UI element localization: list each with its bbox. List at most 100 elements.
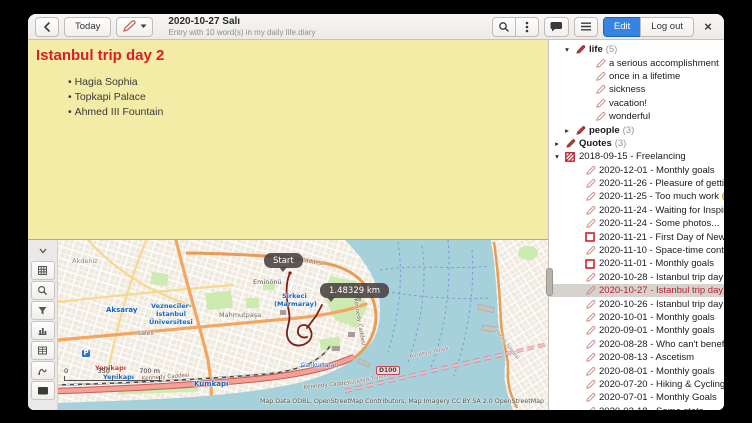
row-label: 2020-08-28 - Who can't benefit from ...	[599, 339, 724, 350]
tag-row[interactable]: ▸people(3)	[549, 123, 724, 136]
entry-row[interactable]: 2020-07-20 - Hiking & Cycling	[549, 378, 724, 391]
entry-row[interactable]: 2020-10-01 - Monthly goals	[549, 311, 724, 324]
row-label: vacation!	[609, 98, 647, 109]
entry-row[interactable]: 2020-10-26 - Istanbul trip day 1	[549, 297, 724, 310]
search-icon	[498, 21, 510, 33]
map-view-icon	[37, 385, 49, 396]
splitter-grip-handle[interactable]	[546, 268, 553, 296]
comments-button[interactable]	[544, 17, 569, 37]
pencil-icon	[584, 299, 596, 310]
chat-bubble-icon	[550, 21, 563, 32]
pencil-icon	[594, 71, 606, 82]
map-tool-bar-chart[interactable]	[31, 321, 55, 340]
map-tool-filter-funnel[interactable]	[31, 301, 55, 320]
row-label: 2020-11-25 - Too much work	[599, 191, 719, 202]
row-label: a serious accomplishment	[609, 58, 719, 69]
more-options-button[interactable]	[515, 17, 539, 37]
row-label: 2020-07-20 - Hiking & Cycling	[599, 379, 724, 390]
scale-tick: 350	[97, 367, 109, 375]
tag-count: (5)	[606, 44, 618, 55]
pencil-icon	[584, 392, 596, 403]
entry-row[interactable]: 2020-12-01 - Monthly goals	[549, 164, 724, 177]
sidebar-tree: ▾ life(5) a serious accomplishmentonce in …	[549, 43, 724, 410]
subtag-row[interactable]: vacation!	[549, 97, 724, 110]
pencil-icon	[584, 406, 596, 410]
pane-splitter[interactable]	[548, 40, 549, 410]
row-label: 2020-08-01 - Monthly goals	[599, 366, 715, 377]
map-tool-map-view[interactable]	[31, 381, 55, 400]
entry-row[interactable]: 2020-11-24 - Some photos...	[549, 217, 724, 230]
entry-row[interactable]: 2020-11-25 - Too much work	[549, 190, 724, 203]
entry-row[interactable]: 2020-11-01 - Monthly goals	[549, 257, 724, 270]
row-label: 2020-12-01 - Monthly goals	[599, 165, 715, 176]
pencil-icon	[584, 272, 596, 283]
edit-button[interactable]: Edit	[603, 17, 641, 37]
pencil-icon	[594, 98, 606, 109]
close-window-button[interactable]: ×	[699, 18, 717, 36]
expander-icon[interactable]: ▸	[553, 139, 561, 148]
map-label: Eminönü	[253, 279, 282, 286]
row-label: life	[589, 44, 603, 55]
entry-row[interactable]: 2020-11-21 - First Day of New Covid R...	[549, 230, 724, 243]
box-icon	[584, 259, 596, 269]
entry-row[interactable]: 2020-08-28 - Who can't benefit from ...	[549, 338, 724, 351]
back-chevron-icon	[43, 22, 51, 32]
pencil-icon	[584, 245, 596, 256]
entry-row[interactable]: 2020-08-01 - Monthly goals	[549, 364, 724, 377]
entry-row[interactable]: 2020-07-01 - Monthly Goals	[549, 391, 724, 404]
entry-row[interactable]: 2020-11-24 - Waiting for Inspiration...	[549, 204, 724, 217]
scale-tick: 0	[64, 367, 68, 375]
chevron-down-icon	[140, 24, 147, 29]
entry-row[interactable]: 2020-09-01 - Monthly goals	[549, 324, 724, 337]
entry-row[interactable]: 2020-03-18 - Some stats	[549, 405, 724, 410]
entry-row[interactable]: 2020-10-27 - Istanbul trip day 2	[549, 284, 724, 297]
today-button[interactable]: Today	[64, 17, 111, 37]
expander-icon[interactable]: ▾	[563, 45, 571, 54]
map-view[interactable]: Start 1.48329 km 0 350 700 m Map Data OD…	[58, 240, 548, 410]
bullet-item: Hagia Sophia	[68, 75, 540, 90]
subtag-row[interactable]: sickness	[549, 83, 724, 96]
map-label: Kumkapı	[194, 381, 228, 388]
row-label: sickness	[609, 84, 645, 95]
tag-row[interactable]: ▸Quotes(3)	[549, 137, 724, 150]
entry-row[interactable]: 2020-08-13 - Ascetism	[549, 351, 724, 364]
map-tool-calendar-grid[interactable]	[31, 261, 55, 280]
row-label: people	[589, 125, 620, 136]
row-label: 2020-11-21 - First Day of New Covid R...	[599, 232, 724, 243]
entry-row[interactable]: 2020-10-28 - Istanbul trip day 3	[549, 271, 724, 284]
row-label: 2020-10-28 - Istanbul trip day 3	[599, 272, 724, 283]
pencil-icon	[584, 325, 596, 336]
expander-icon[interactable]: ▸	[563, 126, 571, 135]
map-tool-table-grid[interactable]	[31, 341, 55, 360]
subtag-row[interactable]: wonderful	[549, 110, 724, 123]
pencil-icon	[594, 84, 606, 95]
scale-tick: 700 m	[139, 367, 160, 375]
map-tool-zoom-search[interactable]	[31, 281, 55, 300]
entry-editor[interactable]: Istanbul trip day 2 Hagia Sophia Topkapi…	[28, 40, 548, 240]
expander-icon[interactable]: ▾	[553, 152, 561, 161]
pencil-icon	[594, 111, 606, 122]
back-button[interactable]	[35, 17, 59, 37]
tag-row[interactable]: ▾ life(5)	[549, 43, 724, 56]
calendar-grid-icon	[37, 265, 48, 276]
row-label: 2020-11-26 - Pleasure of getting exac...	[599, 178, 724, 189]
pencil-icon	[584, 205, 596, 216]
subtag-row[interactable]: a serious accomplishment	[549, 56, 724, 69]
entry-row[interactable]: 2020-11-26 - Pleasure of getting exac...	[549, 177, 724, 190]
entry-row[interactable]: 2020-11-10 - Space-time continuum	[549, 244, 724, 257]
map-label: İstanbul	[156, 311, 186, 318]
pencil-icon	[584, 285, 596, 296]
map-tool-collapse-chevron[interactable]	[31, 241, 55, 260]
logout-button[interactable]: Log out	[640, 17, 694, 37]
pencil-solid-icon	[574, 44, 586, 55]
parking-icon: P	[82, 350, 90, 357]
edit-entry-dropdown-button[interactable]	[116, 17, 153, 37]
search-button[interactable]	[492, 17, 516, 37]
draw-squiggle-icon	[37, 365, 48, 376]
subtag-row[interactable]: once in a lifetime	[549, 70, 724, 83]
main-menu-button[interactable]	[574, 17, 598, 37]
pencil-icon	[584, 165, 596, 176]
map-tool-draw-squiggle[interactable]	[31, 361, 55, 380]
row-label: 2020-08-13 - Ascetism	[599, 352, 694, 363]
chapter-row[interactable]: ▾2018-09-15 - Freelancing	[549, 150, 724, 163]
